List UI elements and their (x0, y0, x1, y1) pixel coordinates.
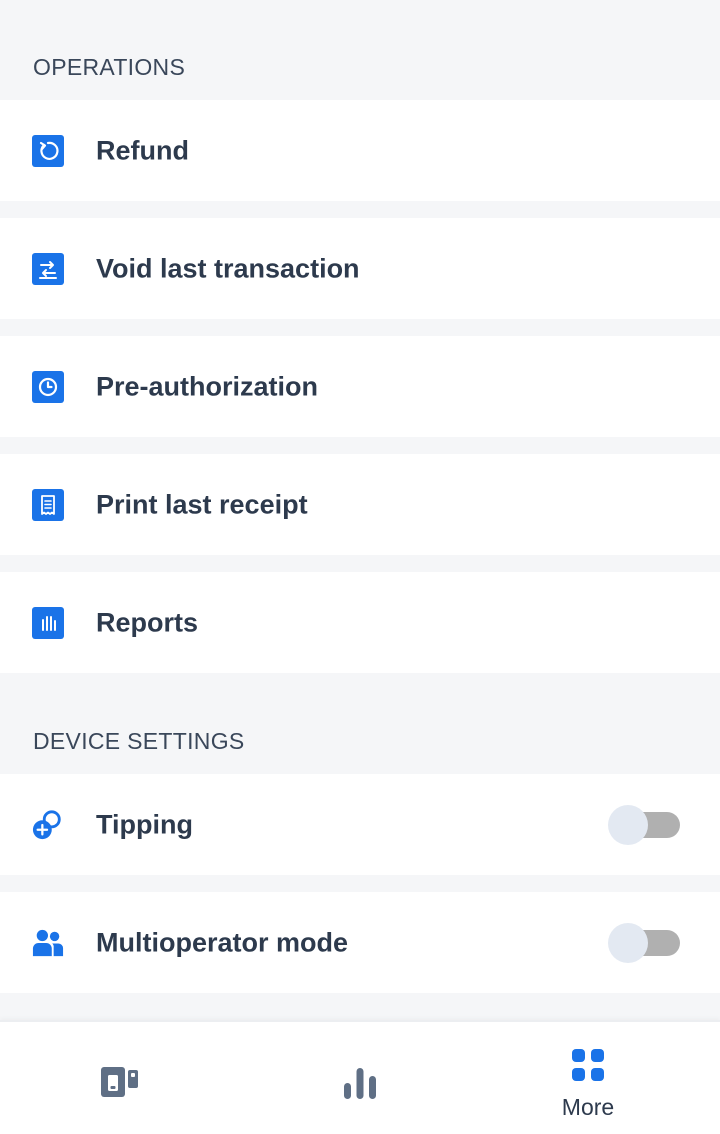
nav-item-payment[interactable] (0, 1022, 240, 1134)
menu-item-void-last-transaction[interactable]: Void last transaction (0, 218, 720, 319)
toggle-knob (608, 922, 648, 963)
bottom-navigation: More (0, 1020, 720, 1134)
stats-icon (342, 1066, 378, 1105)
menu-item-label: Print last receipt (96, 489, 308, 519)
setting-label: Multioperator mode (96, 927, 349, 957)
menu-item-print-last-receipt[interactable]: Print last receipt (0, 454, 720, 555)
nav-item-more[interactable]: More (468, 1022, 708, 1134)
menu-item-label: Void last transaction (96, 253, 360, 283)
menu-item-label: Refund (96, 135, 189, 165)
menu-item-label: Pre-authorization (96, 371, 319, 401)
menu-item-refund[interactable]: Refund (0, 100, 720, 201)
section-title-device-settings: DEVICE SETTINGS (33, 728, 245, 754)
setting-multioperator-mode: Multioperator mode (0, 892, 720, 993)
tipping-toggle[interactable] (608, 804, 682, 845)
more-screen: OPERATIONS Refund Void last transaction (0, 0, 720, 1134)
menu-item-label: Reports (96, 607, 199, 637)
section-title-operations: OPERATIONS (33, 54, 186, 80)
menu-item-reports[interactable]: Reports (0, 572, 720, 673)
grid-icon (570, 1047, 606, 1088)
void-transaction-icon (32, 252, 64, 285)
nav-label-more: More (561, 1094, 615, 1120)
setting-label: Tipping (96, 809, 193, 839)
toggle-knob (608, 804, 648, 845)
payment-terminal-icon (100, 1066, 140, 1103)
receipt-icon (32, 488, 64, 521)
setting-tipping: Tipping (0, 774, 720, 875)
refund-icon (32, 134, 64, 167)
menu-item-pre-authorization[interactable]: Pre-authorization (0, 336, 720, 437)
tipping-icon (32, 809, 64, 841)
nav-item-stats[interactable] (240, 1022, 480, 1134)
bar-chart-icon (32, 606, 64, 639)
users-icon (32, 927, 64, 959)
multioperator-mode-toggle[interactable] (608, 922, 682, 963)
clock-icon (32, 370, 64, 403)
